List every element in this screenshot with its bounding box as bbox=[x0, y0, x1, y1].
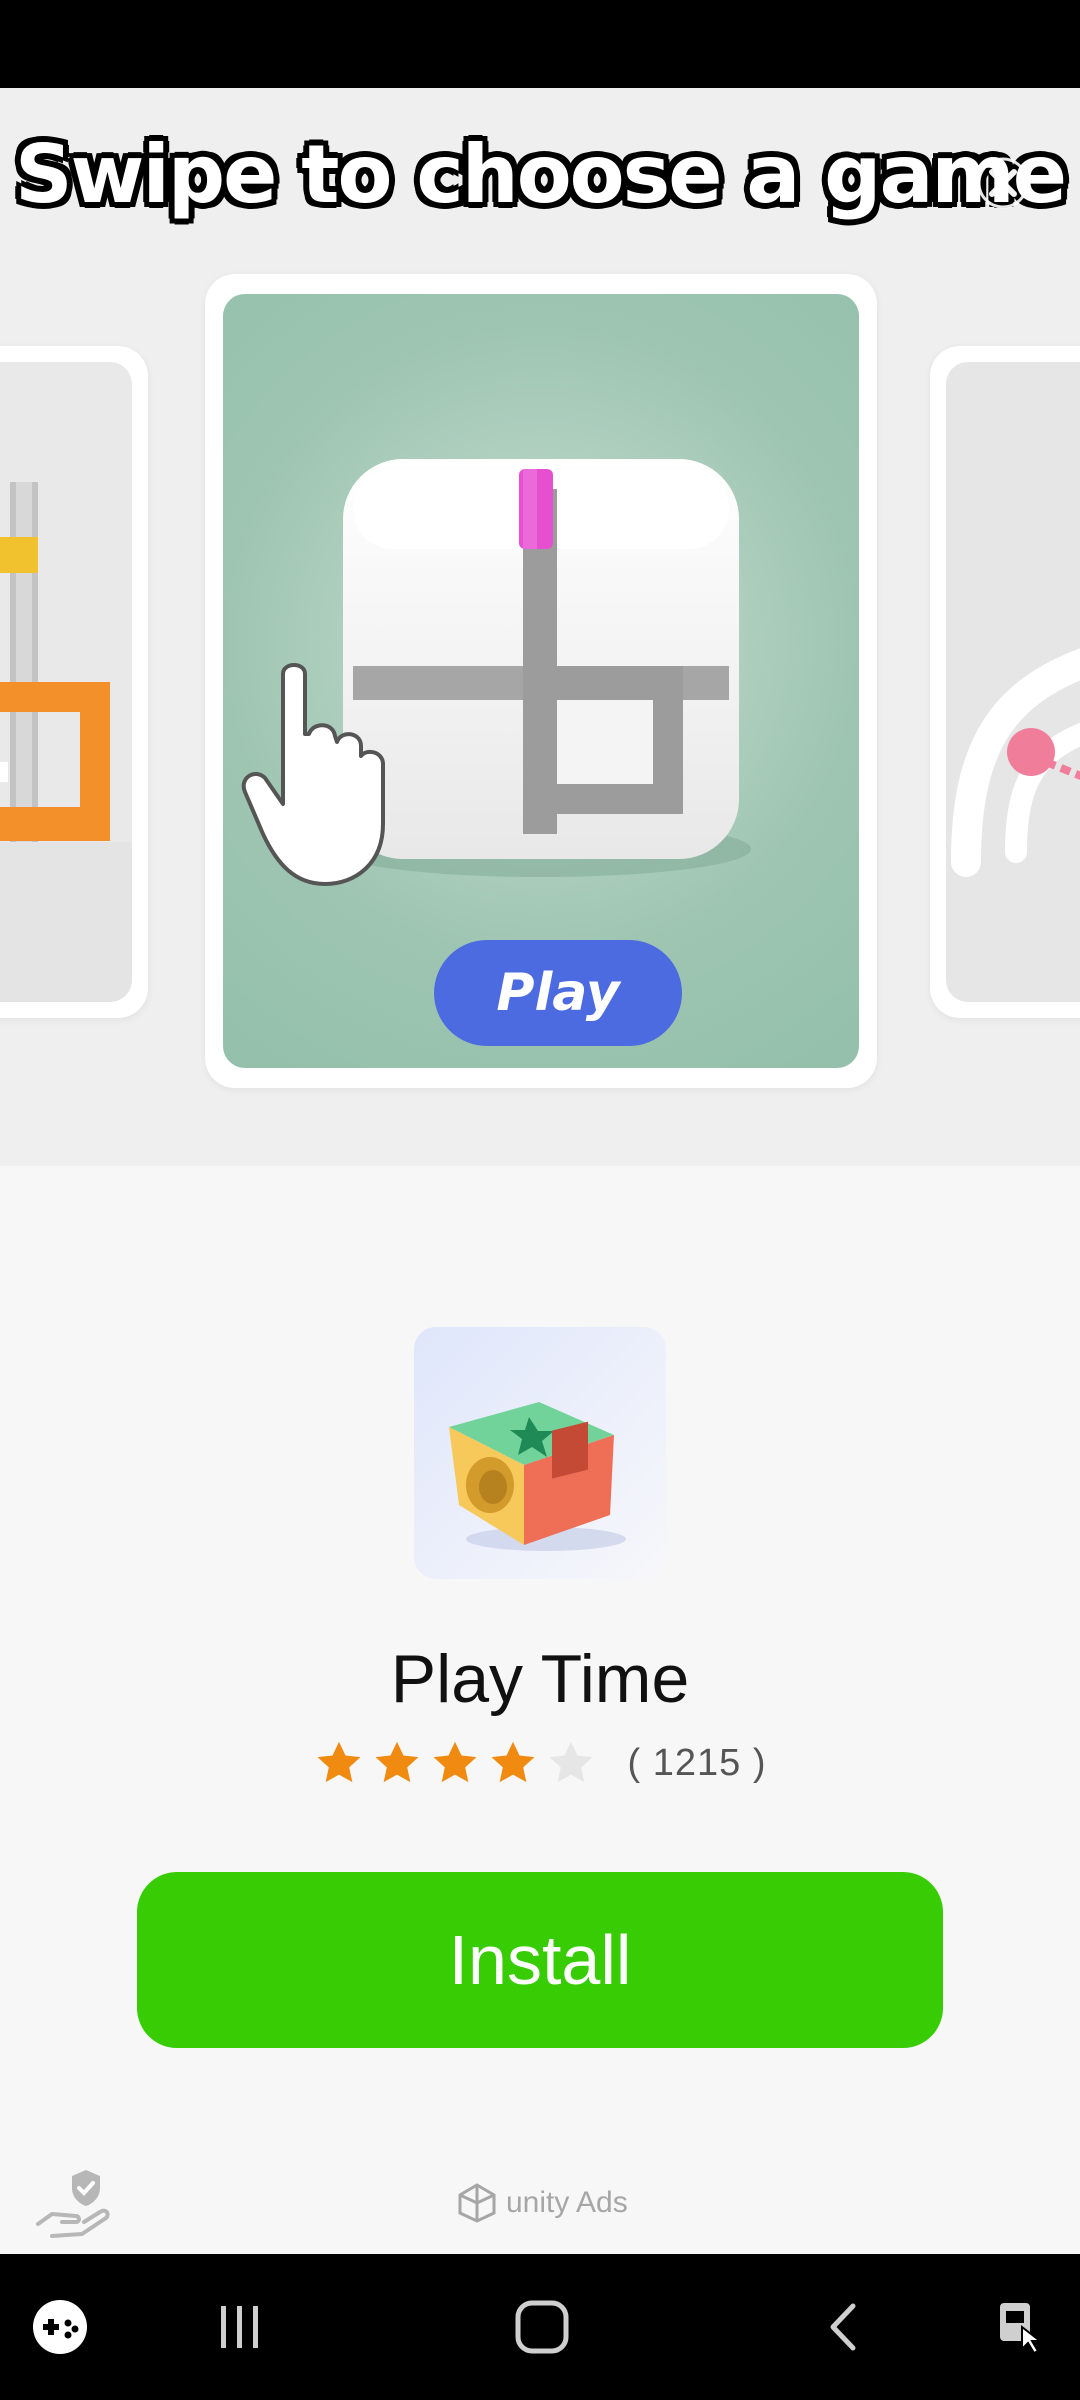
star-filled-icon bbox=[375, 1741, 418, 1783]
home-button[interactable] bbox=[500, 2254, 584, 2400]
rating-stars bbox=[314, 1738, 596, 1788]
home-icon bbox=[515, 2300, 569, 2354]
game-card-previous[interactable] bbox=[0, 346, 148, 1018]
back-button[interactable] bbox=[804, 2254, 884, 2400]
game-launcher-button[interactable] bbox=[20, 2254, 100, 2400]
game-preview-next bbox=[946, 362, 1080, 1002]
app-name: Play Time bbox=[390, 1641, 690, 1717]
star-filled-icon bbox=[433, 1741, 476, 1783]
close-icon bbox=[977, 157, 1029, 209]
accessibility-button[interactable] bbox=[980, 2254, 1064, 2400]
recent-apps-icon bbox=[221, 2306, 258, 2348]
back-icon bbox=[830, 2303, 856, 2351]
star-empty-icon bbox=[549, 1741, 592, 1783]
recent-apps-button[interactable] bbox=[200, 2254, 280, 2400]
status-bar bbox=[0, 0, 1080, 88]
rating-count: ( 1215 ) bbox=[627, 1741, 767, 1784]
game-preview-current: Play bbox=[223, 294, 859, 1068]
banner-title: Swipe to choose a game bbox=[14, 128, 1067, 221]
privacy-icon[interactable] bbox=[32, 2164, 112, 2244]
unity-ads-brand: unity Ads bbox=[456, 2178, 628, 2228]
star-filled-icon bbox=[317, 1741, 360, 1783]
rating-row: ( 1215 ) bbox=[0, 1738, 1080, 1788]
install-button[interactable]: Install bbox=[137, 1872, 943, 2048]
game-carousel[interactable]: Swipe to choose a game Play bbox=[0, 88, 1080, 1166]
close-button[interactable] bbox=[968, 148, 1038, 218]
star-filled-icon bbox=[491, 1741, 534, 1783]
navigation-bar bbox=[0, 2254, 1080, 2400]
app-icon[interactable] bbox=[414, 1327, 666, 1579]
game-preview-previous bbox=[0, 362, 132, 1002]
play-button[interactable]: Play bbox=[434, 940, 682, 1046]
unity-ads-label: unity Ads bbox=[506, 2186, 628, 2219]
game-card-current[interactable]: Play bbox=[205, 274, 877, 1088]
game-card-next[interactable] bbox=[930, 346, 1080, 1018]
accessibility-icon bbox=[1000, 2303, 1043, 2355]
game-launcher-icon bbox=[33, 2300, 87, 2354]
unity-logo-icon bbox=[458, 2183, 496, 2223]
